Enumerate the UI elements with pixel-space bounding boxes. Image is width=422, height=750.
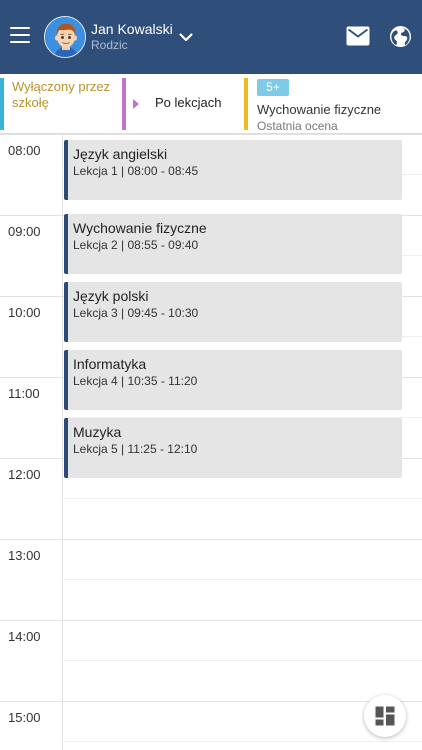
dashboard-grid-icon <box>375 706 395 726</box>
last-grade-card[interactable]: 5+ Wychowanie fizyczne Ostatnia ocena <box>244 78 422 133</box>
grade-accent-bar <box>244 78 248 130</box>
user-name[interactable]: Jan Kowalski <box>91 21 173 37</box>
dashboard-fab[interactable] <box>364 695 406 737</box>
hour-gridline <box>0 620 422 621</box>
half-hour-gridline <box>62 660 422 661</box>
lesson-card[interactable]: Muzyka Lekcja 5 | 11:25 - 12:10 <box>64 418 402 478</box>
hour-label: 15:00 <box>8 710 41 725</box>
hour-label: 11:00 <box>8 386 40 401</box>
lesson-card[interactable]: Język angielski Lekcja 1 | 08:00 - 08:45 <box>64 140 402 200</box>
school-status-card[interactable]: Wyłączony przez szkołę <box>0 78 118 130</box>
half-hour-gridline <box>62 741 422 742</box>
globe-icon[interactable] <box>389 25 412 48</box>
lesson-time: Lekcja 1 | 08:00 - 08:45 <box>73 164 199 178</box>
lesson-time: Lekcja 2 | 08:55 - 09:40 <box>73 238 199 252</box>
info-strip: Wyłączony przez szkołę Po lekcjach 5+ Wy… <box>0 74 422 134</box>
status-accent-bar <box>0 78 4 130</box>
hour-label: 12:00 <box>8 467 41 482</box>
hour-gridline <box>0 134 422 135</box>
after-lessons-text: Po lekcjach <box>155 95 222 110</box>
hour-label: 14:00 <box>8 629 41 644</box>
lesson-card[interactable]: Wychowanie fizyczne Lekcja 2 | 08:55 - 0… <box>64 214 402 274</box>
after-lessons-accent-bar <box>122 78 126 130</box>
lesson-time: Lekcja 5 | 11:25 - 12:10 <box>73 442 198 456</box>
chevron-down-icon[interactable] <box>177 28 195 46</box>
school-status-text: Wyłączony przez szkołę <box>12 79 111 110</box>
avatar[interactable] <box>44 16 86 58</box>
lesson-name: Język angielski <box>73 146 168 162</box>
lesson-time: Lekcja 4 | 10:35 - 11:20 <box>73 374 198 388</box>
hour-label: 09:00 <box>8 224 41 239</box>
half-hour-gridline <box>62 579 422 580</box>
hour-label: 08:00 <box>8 143 41 158</box>
hamburger-menu-icon[interactable] <box>10 27 30 43</box>
mail-icon[interactable] <box>346 26 370 46</box>
play-triangle-icon <box>133 99 139 109</box>
lesson-card[interactable]: Język polski Lekcja 3 | 09:45 - 10:30 <box>64 282 402 342</box>
half-hour-gridline <box>62 498 422 499</box>
after-lessons-card[interactable]: Po lekcjach <box>122 78 240 130</box>
lesson-name: Wychowanie fizyczne <box>73 220 207 236</box>
grade-badge: 5+ <box>257 79 289 96</box>
lesson-name: Informatyka <box>73 356 147 372</box>
avatar-icon <box>45 17 85 57</box>
hour-label: 13:00 <box>8 548 41 563</box>
lesson-card[interactable]: Informatyka Lekcja 4 | 10:35 - 11:20 <box>64 350 402 410</box>
grade-label: Ostatnia ocena <box>257 119 338 133</box>
time-column-separator <box>62 134 63 750</box>
lesson-name: Język polski <box>73 288 149 304</box>
app-root: Jan Kowalski Rodzic Wyłączony przez szko… <box>0 0 422 750</box>
top-app-bar: Jan Kowalski Rodzic <box>0 0 422 74</box>
user-role: Rodzic <box>91 38 128 52</box>
lesson-name: Muzyka <box>73 424 122 440</box>
grade-subject: Wychowanie fizyczne <box>257 102 382 117</box>
hour-label: 10:00 <box>8 305 41 320</box>
hour-gridline <box>0 539 422 540</box>
lesson-time: Lekcja 3 | 09:45 - 10:30 <box>73 306 199 320</box>
schedule-timeline[interactable]: 08:00 09:00 10:00 11:00 12:00 13:00 14:0… <box>0 134 422 750</box>
hour-gridline <box>0 701 422 702</box>
